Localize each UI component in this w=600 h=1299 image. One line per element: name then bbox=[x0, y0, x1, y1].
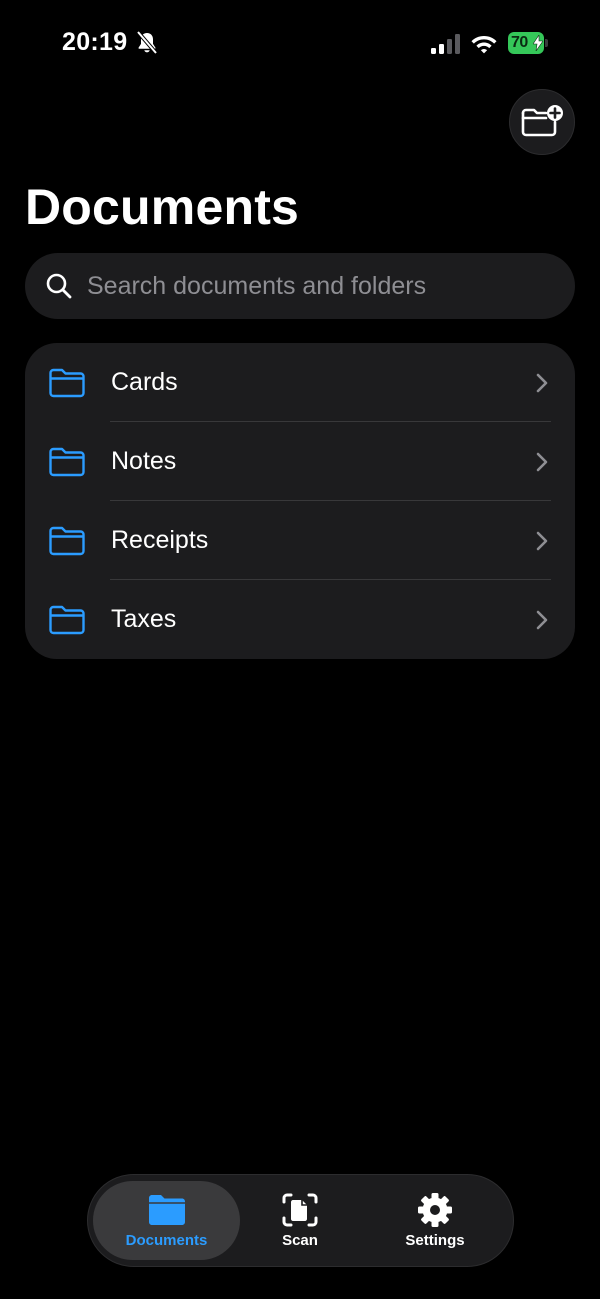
tab-scan[interactable]: Scan bbox=[240, 1181, 360, 1260]
folder-row-receipts[interactable]: Receipts bbox=[25, 501, 575, 580]
chevron-right-icon bbox=[536, 373, 548, 393]
wifi-icon bbox=[471, 36, 497, 54]
folder-label: Notes bbox=[111, 447, 177, 475]
folder-label: Cards bbox=[111, 368, 178, 396]
search-icon bbox=[46, 273, 72, 299]
search-bar[interactable] bbox=[25, 253, 575, 319]
chevron-right-icon bbox=[536, 452, 548, 472]
cellular-signal-icon bbox=[431, 34, 460, 54]
status-bar: 20:19 70 bbox=[0, 0, 600, 90]
tab-bar: Documents Scan Settings bbox=[87, 1174, 514, 1267]
battery-icon: 70 bbox=[508, 32, 544, 54]
folder-icon bbox=[148, 1195, 185, 1225]
search-input[interactable] bbox=[85, 265, 575, 307]
tab-label: Scan bbox=[282, 1232, 318, 1249]
status-time: 20:19 bbox=[62, 28, 128, 56]
folder-icon bbox=[49, 605, 85, 635]
new-folder-button[interactable] bbox=[509, 89, 575, 155]
bolt-icon bbox=[533, 35, 543, 51]
page-title: Documents bbox=[25, 179, 300, 235]
gear-icon bbox=[418, 1193, 452, 1227]
folder-plus-icon bbox=[521, 105, 563, 137]
tab-label: Documents bbox=[125, 1232, 208, 1249]
bell-slash-icon bbox=[136, 30, 158, 55]
chevron-right-icon bbox=[536, 610, 548, 630]
tab-documents[interactable]: Documents bbox=[93, 1181, 240, 1260]
folder-label: Taxes bbox=[111, 605, 177, 633]
tab-label: Settings bbox=[405, 1232, 465, 1249]
folder-icon bbox=[49, 526, 85, 556]
folder-label: Receipts bbox=[111, 526, 209, 554]
folder-icon bbox=[49, 447, 85, 477]
battery-cap bbox=[545, 39, 548, 47]
folder-row-cards[interactable]: Cards bbox=[25, 343, 575, 422]
folder-list: Cards Notes Receipts Taxes bbox=[25, 343, 575, 659]
battery-level: 70 bbox=[511, 34, 528, 51]
folder-icon bbox=[49, 368, 85, 398]
chevron-right-icon bbox=[536, 531, 548, 551]
folder-row-taxes[interactable]: Taxes bbox=[25, 580, 575, 659]
scan-document-icon bbox=[282, 1193, 318, 1227]
folder-row-notes[interactable]: Notes bbox=[25, 422, 575, 501]
tab-settings[interactable]: Settings bbox=[360, 1181, 510, 1260]
